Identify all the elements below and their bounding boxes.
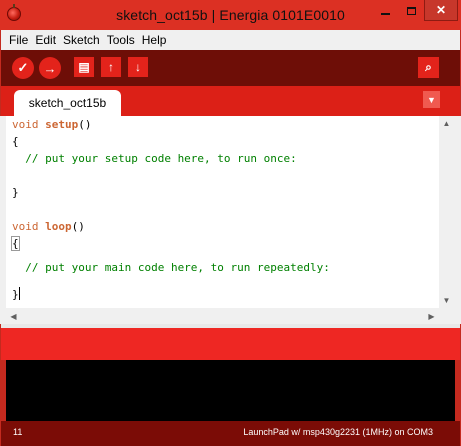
open-sketch-button[interactable]: ↑ — [101, 57, 121, 77]
code-editor[interactable]: void setup() { // put your setup code he… — [6, 116, 454, 308]
code-line: } — [12, 286, 20, 303]
arrow-right-icon: → — [43, 60, 57, 76]
message-area — [0, 328, 461, 360]
arrow-down-icon: ↓ — [135, 60, 141, 74]
maximize-icon — [406, 6, 416, 15]
code-line: { — [11, 235, 20, 252]
menu-sketch[interactable]: Sketch — [63, 30, 100, 50]
close-button[interactable]: ✕ — [424, 0, 458, 21]
menu-edit[interactable]: Edit — [35, 30, 56, 50]
code-line: void loop() — [12, 218, 85, 235]
vertical-scrollbar[interactable]: ▲ ▼ — [439, 116, 454, 308]
scroll-left-icon[interactable]: ◀ — [6, 308, 21, 324]
console-output[interactable] — [0, 360, 461, 421]
tab-sketch[interactable]: sketch_oct15b — [14, 90, 121, 116]
horizontal-scrollbar[interactable]: ◀ ▶ — [6, 308, 454, 324]
window-title-bar: sketch_oct15b | Energia 0101E0010 ✕ — [0, 0, 461, 30]
code-comment: // put your main code here, to run repea… — [12, 261, 330, 274]
arrow-up-icon: ↑ — [108, 60, 114, 74]
checkmark-icon: ✓ — [17, 60, 29, 75]
tab-menu-button[interactable]: ▼ — [423, 91, 440, 108]
toolbar: ✓ → ▤ ↑ ↓ ⌕ — [0, 50, 461, 86]
keyword-type: void — [12, 220, 39, 233]
code-text: () — [78, 118, 92, 131]
close-icon: ✕ — [435, 3, 447, 17]
code-text: () — [71, 220, 85, 233]
code-line: void setup() — [12, 116, 92, 133]
new-sketch-button[interactable]: ▤ — [74, 57, 94, 77]
matched-bracket: { — [11, 236, 20, 251]
status-bar: 11 LaunchPad w/ msp430g2231 (1MHz) on CO… — [0, 421, 461, 446]
code-line: } — [12, 186, 19, 199]
save-sketch-button[interactable]: ↓ — [128, 57, 148, 77]
maximize-button[interactable] — [398, 0, 424, 21]
keyword-type: void — [12, 118, 39, 131]
new-file-icon: ▤ — [78, 60, 90, 74]
function-name: loop — [45, 220, 72, 233]
tab-strip: sketch_oct15b ▼ — [0, 86, 461, 116]
scroll-right-icon[interactable]: ▶ — [424, 308, 439, 324]
verify-button[interactable]: ✓ — [12, 57, 34, 79]
code-comment: // put your setup code here, to run once… — [12, 152, 297, 165]
magnifier-icon: ⌕ — [425, 60, 432, 74]
minimize-icon — [380, 12, 390, 15]
menu-help[interactable]: Help — [142, 30, 167, 50]
function-name: setup — [45, 118, 79, 131]
chevron-down-icon: ▼ — [427, 94, 436, 105]
upload-button[interactable]: → — [39, 57, 61, 79]
text-caret — [18, 287, 20, 300]
scroll-down-icon[interactable]: ▼ — [439, 293, 454, 308]
menu-bar: File Edit Sketch Tools Help — [0, 30, 461, 50]
serial-monitor-button[interactable]: ⌕ — [418, 57, 439, 78]
minimize-button[interactable] — [372, 0, 398, 21]
menu-tools[interactable]: Tools — [107, 30, 135, 50]
line-number: 11 — [13, 427, 23, 437]
scroll-up-icon[interactable]: ▲ — [439, 116, 454, 131]
code-line: { — [12, 135, 19, 148]
scrollbar-corner — [439, 308, 454, 324]
menu-file[interactable]: File — [9, 30, 28, 50]
board-port-info: LaunchPad w/ msp430g2231 (1MHz) on COM3 — [243, 427, 433, 437]
code-text: } — [12, 288, 19, 301]
